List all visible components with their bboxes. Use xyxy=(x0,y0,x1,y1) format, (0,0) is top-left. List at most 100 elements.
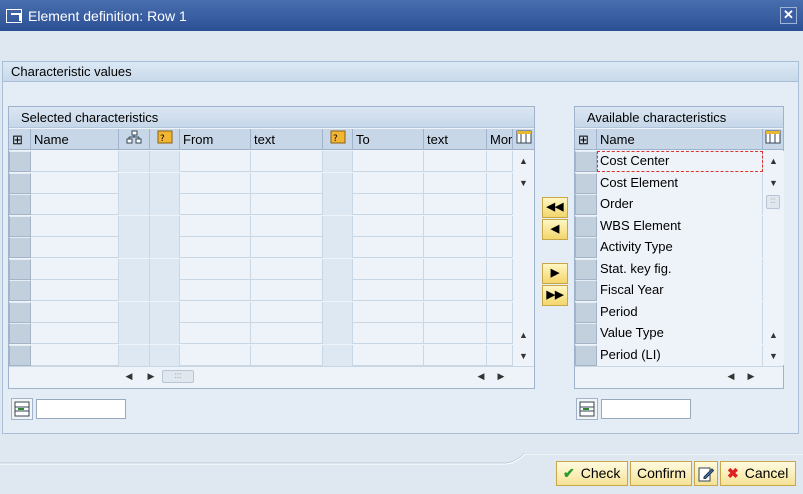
close-button[interactable]: ✕ xyxy=(780,7,797,24)
row-selector[interactable] xyxy=(9,151,31,172)
table-cell[interactable] xyxy=(150,258,180,280)
col-to-text[interactable]: text xyxy=(424,129,487,150)
table-cell[interactable] xyxy=(487,280,513,301)
row-selector[interactable] xyxy=(9,301,31,323)
table-cell[interactable] xyxy=(31,237,119,258)
table-cell[interactable] xyxy=(323,215,353,237)
list-item[interactable]: WBS Element xyxy=(575,215,763,237)
edit-button[interactable] xyxy=(694,461,718,486)
list-item[interactable]: Activity Type xyxy=(575,237,763,258)
cancel-button[interactable]: ✖ Cancel xyxy=(720,461,796,486)
scroll-down-icon[interactable]: ▼ xyxy=(767,350,780,363)
table-cell[interactable] xyxy=(180,194,251,215)
characteristic-name[interactable]: Activity Type xyxy=(597,237,763,258)
move-all-right-button[interactable]: ▶▶ xyxy=(542,285,568,306)
row-selector[interactable] xyxy=(9,344,31,366)
table-cell[interactable] xyxy=(31,301,119,323)
table-cell[interactable] xyxy=(353,258,424,280)
available-search-input[interactable] xyxy=(601,399,691,419)
table-cell[interactable] xyxy=(424,280,487,301)
list-item[interactable]: Fiscal Year xyxy=(575,280,763,301)
table-cell[interactable] xyxy=(31,194,119,215)
table-cell[interactable] xyxy=(353,151,424,172)
table-cell[interactable] xyxy=(150,172,180,194)
characteristic-name[interactable]: WBS Element xyxy=(597,215,763,237)
table-cell[interactable] xyxy=(487,194,513,215)
table-cell[interactable] xyxy=(323,194,353,215)
table-cell[interactable] xyxy=(424,237,487,258)
selected-vertical-scrollbar[interactable]: ▲ ▼ ▲ ▼ xyxy=(513,151,534,365)
table-cell[interactable] xyxy=(150,344,180,366)
table-cell[interactable] xyxy=(424,258,487,280)
row-selector[interactable] xyxy=(9,215,31,237)
move-left-button[interactable]: ◀ xyxy=(542,219,568,240)
select-all-icon[interactable]: ⊞ xyxy=(9,129,31,150)
row-selector[interactable] xyxy=(575,258,597,280)
table-cell[interactable] xyxy=(119,215,150,237)
table-cell[interactable] xyxy=(180,280,251,301)
available-horizontal-scrollbar[interactable]: ◀ ▶ xyxy=(575,366,783,385)
table-cell[interactable] xyxy=(150,301,180,323)
scroll-up-icon[interactable]: ▲ xyxy=(767,329,780,342)
table-cell[interactable] xyxy=(251,151,323,172)
table-cell[interactable] xyxy=(150,237,180,258)
row-selector[interactable] xyxy=(9,194,31,215)
table-cell[interactable] xyxy=(323,344,353,366)
scroll-down-icon[interactable]: ▼ xyxy=(517,350,530,363)
row-selector[interactable] xyxy=(9,323,31,344)
scroll-thumb[interactable]: :: xyxy=(766,195,780,209)
table-cell[interactable] xyxy=(353,280,424,301)
characteristic-name[interactable]: Value Type xyxy=(597,323,763,344)
row-selector[interactable] xyxy=(9,172,31,194)
table-cell[interactable] xyxy=(180,215,251,237)
table-cell[interactable] xyxy=(150,323,180,344)
table-cell[interactable] xyxy=(119,258,150,280)
confirm-button[interactable]: Confirm xyxy=(630,461,692,486)
scroll-right-icon[interactable]: ▶ xyxy=(145,370,157,382)
table-cell[interactable] xyxy=(180,323,251,344)
table-cell[interactable] xyxy=(353,344,424,366)
scroll-up-icon[interactable]: ▲ xyxy=(517,155,530,168)
scroll-up-icon[interactable]: ▲ xyxy=(517,329,530,342)
table-cell[interactable] xyxy=(487,258,513,280)
table-cell[interactable] xyxy=(251,301,323,323)
table-cell[interactable] xyxy=(487,301,513,323)
col-from-text[interactable]: text xyxy=(251,129,323,150)
table-cell[interactable] xyxy=(424,172,487,194)
list-item[interactable]: Period (LI) xyxy=(575,344,763,366)
table-cell[interactable] xyxy=(180,237,251,258)
row-selector[interactable] xyxy=(575,237,597,258)
list-item[interactable]: Period xyxy=(575,301,763,323)
table-cell[interactable] xyxy=(323,237,353,258)
table-cell[interactable] xyxy=(180,258,251,280)
table-cell[interactable] xyxy=(251,215,323,237)
characteristic-name[interactable]: Order xyxy=(597,194,763,215)
list-item[interactable]: Cost Element xyxy=(575,172,763,194)
insert-row-button[interactable] xyxy=(576,398,598,420)
characteristic-name[interactable]: Period xyxy=(597,301,763,323)
selected-search-input[interactable] xyxy=(36,399,126,419)
table-cell[interactable] xyxy=(150,151,180,172)
table-cell[interactable] xyxy=(353,172,424,194)
scroll-right-icon[interactable]: ▶ xyxy=(495,370,507,382)
column-layout-icon[interactable] xyxy=(763,129,783,150)
row-selector[interactable] xyxy=(575,194,597,215)
table-cell[interactable] xyxy=(119,344,150,366)
characteristic-name[interactable]: Stat. key fig. xyxy=(597,258,763,280)
table-cell[interactable] xyxy=(251,280,323,301)
characteristic-name[interactable]: Cost Element xyxy=(597,172,763,194)
row-selector[interactable] xyxy=(575,172,597,194)
scroll-down-icon[interactable]: ▼ xyxy=(767,177,780,190)
table-cell[interactable] xyxy=(251,258,323,280)
row-selector[interactable] xyxy=(9,258,31,280)
list-item[interactable]: Cost Center xyxy=(575,151,763,172)
move-right-button[interactable]: ▶ xyxy=(542,263,568,284)
row-selector[interactable] xyxy=(9,280,31,301)
table-cell[interactable] xyxy=(487,215,513,237)
select-all-icon[interactable]: ⊞ xyxy=(575,129,597,150)
hierarchy-icon[interactable] xyxy=(119,129,150,150)
scroll-right-icon[interactable]: ▶ xyxy=(745,370,757,382)
table-cell[interactable] xyxy=(119,237,150,258)
table-cell[interactable] xyxy=(424,151,487,172)
col-name[interactable]: Name xyxy=(31,129,119,150)
